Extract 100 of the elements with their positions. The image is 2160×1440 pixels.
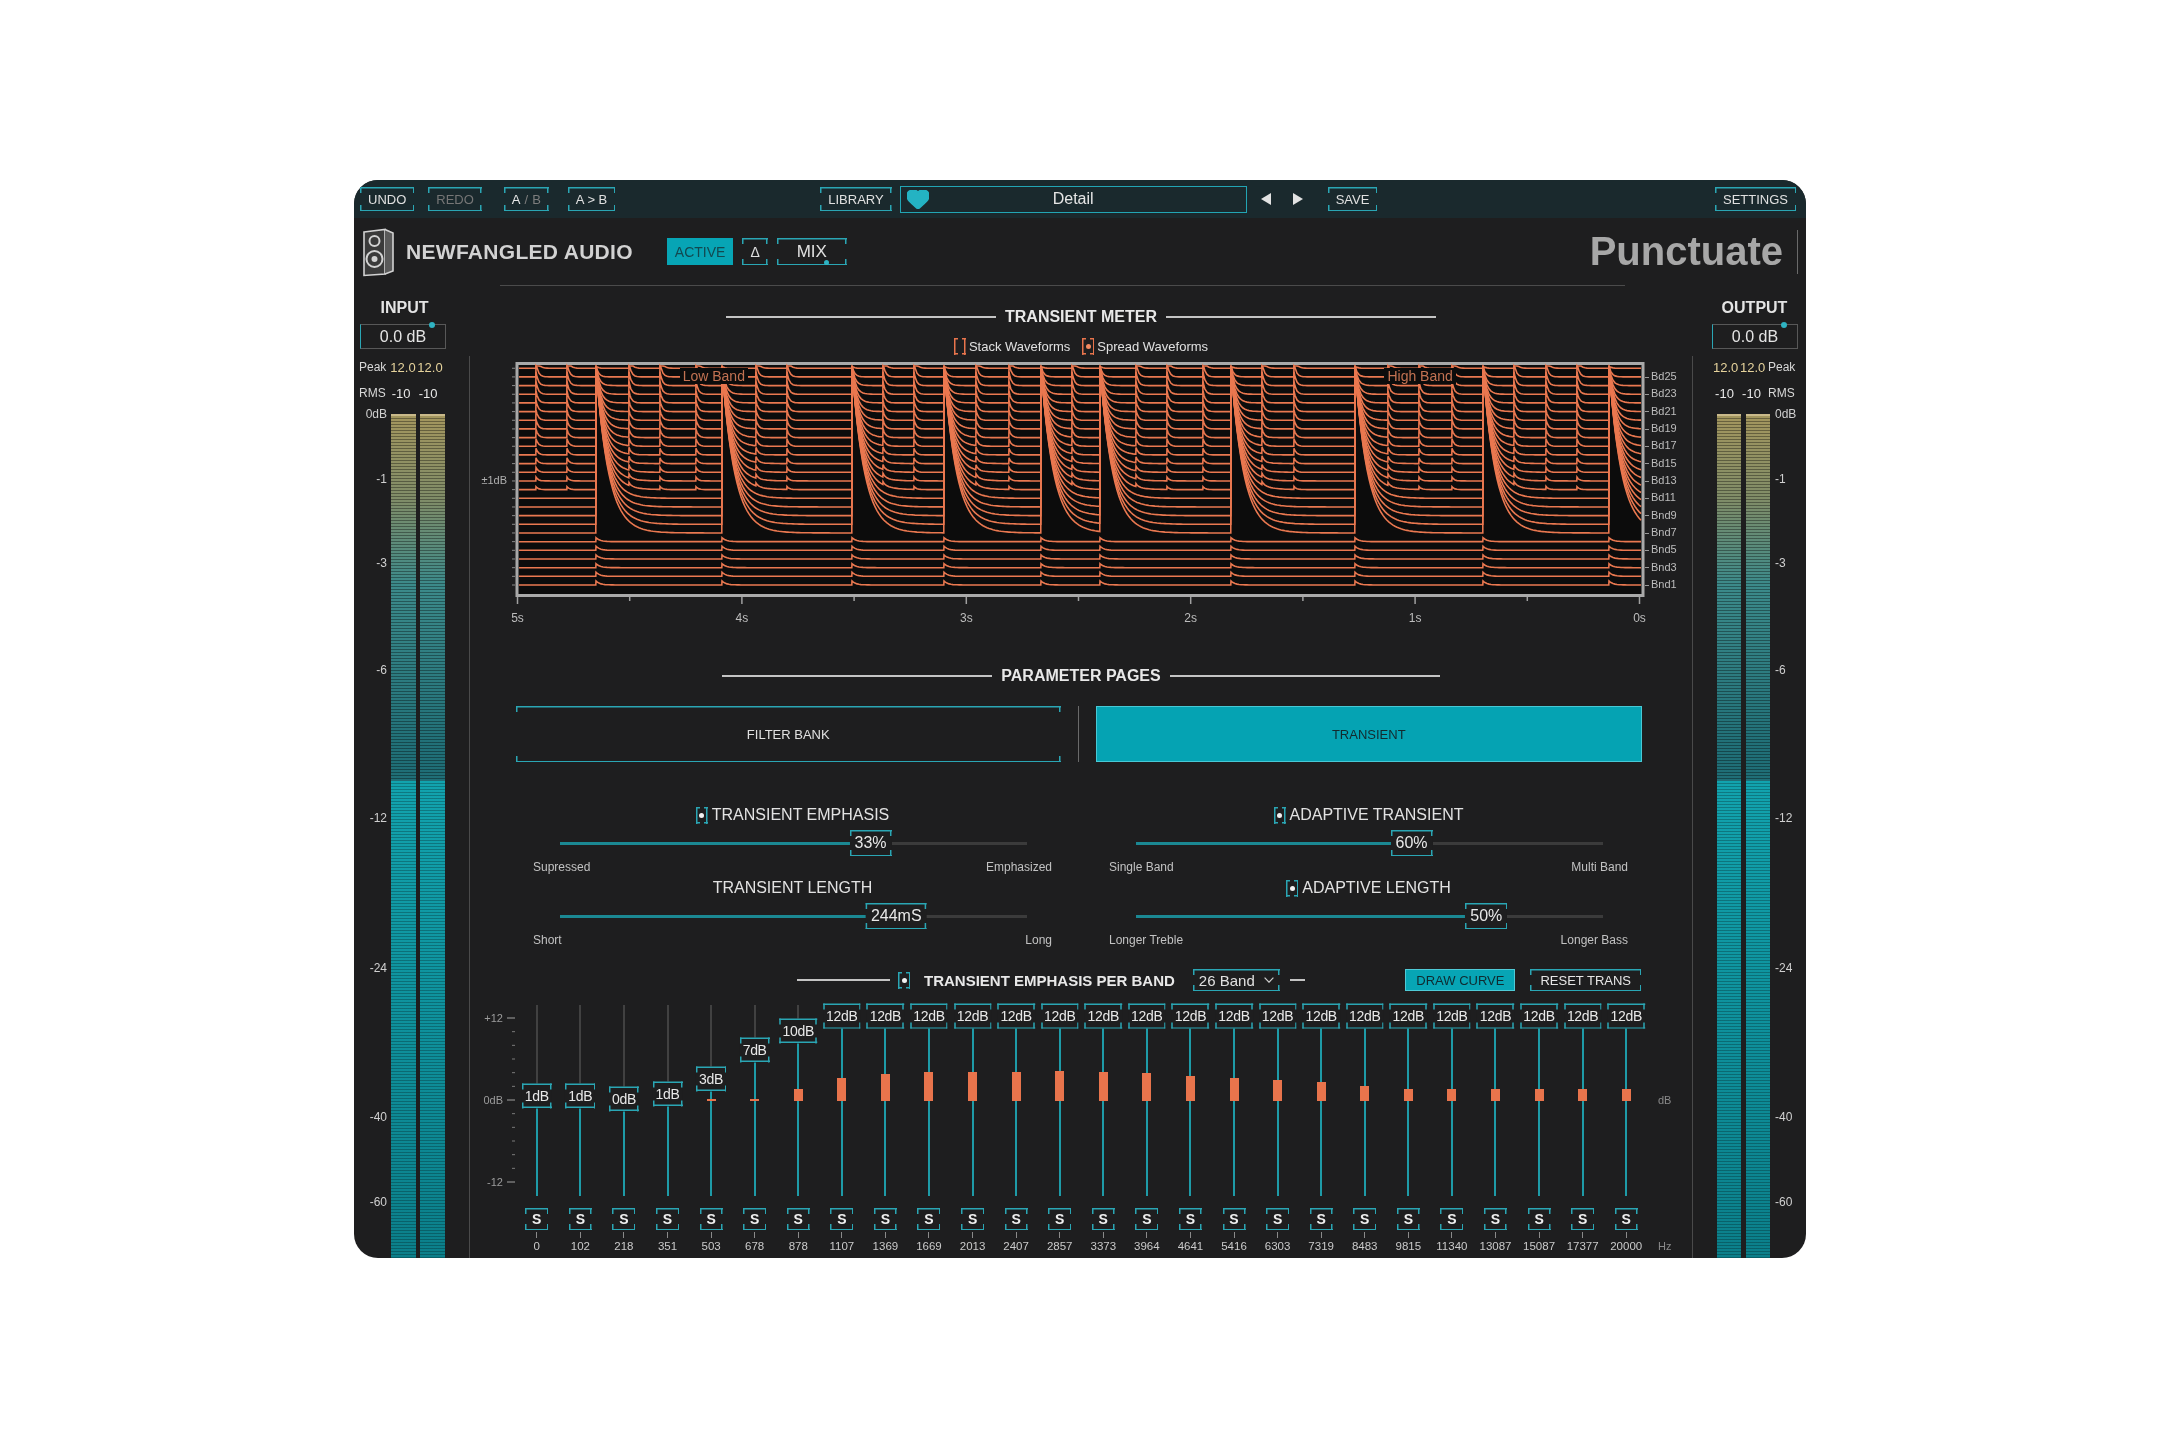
slider-value[interactable]: 33% bbox=[849, 830, 892, 856]
solo-button[interactable]: S bbox=[1135, 1208, 1159, 1230]
mix-button[interactable]: MIX bbox=[776, 238, 847, 265]
solo-button[interactable]: S bbox=[1571, 1208, 1595, 1230]
solo-button[interactable]: S bbox=[1004, 1208, 1028, 1230]
solo-button[interactable]: S bbox=[961, 1208, 985, 1230]
gain-value[interactable]: 0dB bbox=[608, 1086, 639, 1112]
gain-value[interactable]: 12dB bbox=[1258, 1003, 1297, 1029]
checkbox[interactable] bbox=[898, 971, 910, 989]
solo-button[interactable]: S bbox=[1614, 1208, 1638, 1230]
gain-value[interactable]: 12dB bbox=[1433, 1003, 1471, 1029]
solo-button[interactable]: S bbox=[830, 1208, 854, 1230]
rms-label: RMS bbox=[359, 386, 386, 400]
solo-button[interactable]: S bbox=[1266, 1208, 1290, 1230]
checkbox[interactable] bbox=[1286, 879, 1299, 897]
ab-option[interactable]: B bbox=[532, 191, 541, 207]
option-label[interactable]: Stack Waveforms bbox=[968, 338, 1071, 354]
checkbox[interactable] bbox=[1273, 806, 1286, 824]
gain-value[interactable]: 12dB bbox=[1128, 1003, 1166, 1029]
gain-value[interactable]: 12dB bbox=[1040, 1003, 1079, 1029]
frequency-label: 1107 bbox=[829, 1239, 855, 1254]
slider-value[interactable]: 244mS bbox=[865, 903, 927, 929]
axis-label: ±1dB bbox=[481, 473, 507, 486]
gain-value[interactable]: 12dB bbox=[1563, 1003, 1602, 1029]
toggle-button[interactable]: Δ bbox=[742, 238, 768, 265]
heart-icon[interactable] bbox=[906, 189, 929, 209]
range-label: Emphasized bbox=[985, 859, 1052, 875]
copy-button[interactable]: A > B bbox=[567, 187, 616, 211]
solo-button[interactable]: S bbox=[1353, 1208, 1377, 1230]
slider-title: TRANSIENT LENGTH bbox=[712, 879, 873, 897]
action-button[interactable]: RESET TRANS bbox=[1530, 969, 1641, 991]
gain-field[interactable]: 0.0 dB bbox=[360, 324, 446, 349]
gain-value[interactable]: 12dB bbox=[823, 1003, 861, 1029]
solo-button[interactable]: S bbox=[743, 1208, 767, 1230]
ab-toggle[interactable]: A / B bbox=[503, 187, 549, 211]
gain-value[interactable]: 1dB bbox=[565, 1083, 596, 1109]
option-label[interactable]: Spread Waveforms bbox=[1097, 338, 1209, 354]
solo-button[interactable]: S bbox=[568, 1208, 592, 1230]
gain-value[interactable]: 12dB bbox=[997, 1003, 1035, 1029]
gain-value[interactable]: 12dB bbox=[1389, 1003, 1428, 1029]
solo-button[interactable]: S bbox=[917, 1208, 941, 1230]
page-tab[interactable]: TRANSIENT bbox=[1095, 706, 1642, 762]
slider-value[interactable]: 60% bbox=[1390, 830, 1433, 856]
range-label: Longer Treble bbox=[1109, 932, 1184, 948]
solo-button[interactable]: S bbox=[1222, 1208, 1246, 1230]
gain-value[interactable]: 12dB bbox=[1084, 1003, 1123, 1029]
gain-value[interactable]: 1dB bbox=[652, 1081, 683, 1107]
gain-value[interactable]: 12dB bbox=[866, 1003, 905, 1029]
settings-button[interactable]: SETTINGS bbox=[1715, 187, 1796, 211]
meter-scale-label: 0dB bbox=[1775, 407, 1797, 421]
solo-button[interactable]: S bbox=[1440, 1208, 1464, 1230]
gain-value[interactable]: 12dB bbox=[1607, 1003, 1645, 1029]
band-count-dropdown[interactable]: 26 Band bbox=[1192, 969, 1280, 991]
frequency-label: 503 bbox=[701, 1239, 721, 1254]
gain-field[interactable]: 0.0 dB bbox=[1712, 324, 1798, 349]
left-arrow-icon[interactable] bbox=[1260, 193, 1271, 205]
gain-value[interactable]: 12dB bbox=[1476, 1003, 1515, 1029]
gain-value[interactable]: 12dB bbox=[1520, 1003, 1558, 1029]
solo-button[interactable]: S bbox=[1048, 1208, 1072, 1230]
slider-value[interactable]: 50% bbox=[1465, 903, 1508, 929]
solo-button[interactable]: S bbox=[1091, 1208, 1115, 1230]
solo-button[interactable]: S bbox=[786, 1208, 810, 1230]
section-title: TRANSIENT EMPHASIS PER BAND bbox=[924, 971, 1175, 989]
solo-button[interactable]: S bbox=[699, 1208, 723, 1230]
solo-button[interactable]: S bbox=[612, 1208, 636, 1230]
gain-value[interactable]: 10dB bbox=[779, 1018, 817, 1044]
gain-value[interactable]: 12dB bbox=[953, 1003, 992, 1029]
action-button[interactable]: DRAW CURVE bbox=[1405, 969, 1516, 991]
time-label: 1s bbox=[1408, 611, 1422, 625]
solo-button[interactable]: S bbox=[1309, 1208, 1333, 1230]
frequency-label: 0 bbox=[533, 1239, 540, 1254]
library-button[interactable]: LIBRARY bbox=[820, 187, 892, 211]
solo-button[interactable]: S bbox=[525, 1208, 549, 1230]
gain-value[interactable]: 12dB bbox=[1346, 1003, 1384, 1029]
solo-button[interactable]: S bbox=[1178, 1208, 1202, 1230]
checkbox[interactable] bbox=[953, 337, 966, 355]
ab-option[interactable]: A bbox=[511, 191, 521, 207]
checkbox[interactable] bbox=[1082, 337, 1095, 355]
frequency-label: 5416 bbox=[1221, 1239, 1247, 1254]
solo-button[interactable]: S bbox=[1483, 1208, 1507, 1230]
gain-value[interactable]: 1dB bbox=[521, 1083, 552, 1109]
save-button[interactable]: SAVE bbox=[1327, 187, 1378, 211]
gain-value[interactable]: 12dB bbox=[1171, 1003, 1210, 1029]
checkbox[interactable] bbox=[695, 806, 708, 824]
gain-value[interactable]: 12dB bbox=[910, 1003, 948, 1029]
solo-button[interactable]: S bbox=[873, 1208, 897, 1230]
solo-button[interactable]: S bbox=[1527, 1208, 1551, 1230]
range-label: Supressed bbox=[533, 859, 591, 875]
preset-selector[interactable]: Detail bbox=[899, 185, 1247, 213]
gain-value[interactable]: 7dB bbox=[739, 1037, 770, 1063]
gain-value[interactable]: 12dB bbox=[1215, 1003, 1253, 1029]
toolbar-button[interactable]: UNDO bbox=[360, 187, 415, 211]
gain-value[interactable]: 12dB bbox=[1302, 1003, 1340, 1029]
solo-button[interactable]: S bbox=[1396, 1208, 1420, 1230]
frequency-label: 3964 bbox=[1134, 1239, 1160, 1254]
right-arrow-icon[interactable] bbox=[1292, 193, 1303, 205]
page-tab[interactable]: FILTER BANK bbox=[516, 706, 1061, 762]
gain-value[interactable]: 3dB bbox=[696, 1066, 727, 1092]
frequency-label: 678 bbox=[745, 1239, 765, 1254]
solo-button[interactable]: S bbox=[656, 1208, 679, 1230]
